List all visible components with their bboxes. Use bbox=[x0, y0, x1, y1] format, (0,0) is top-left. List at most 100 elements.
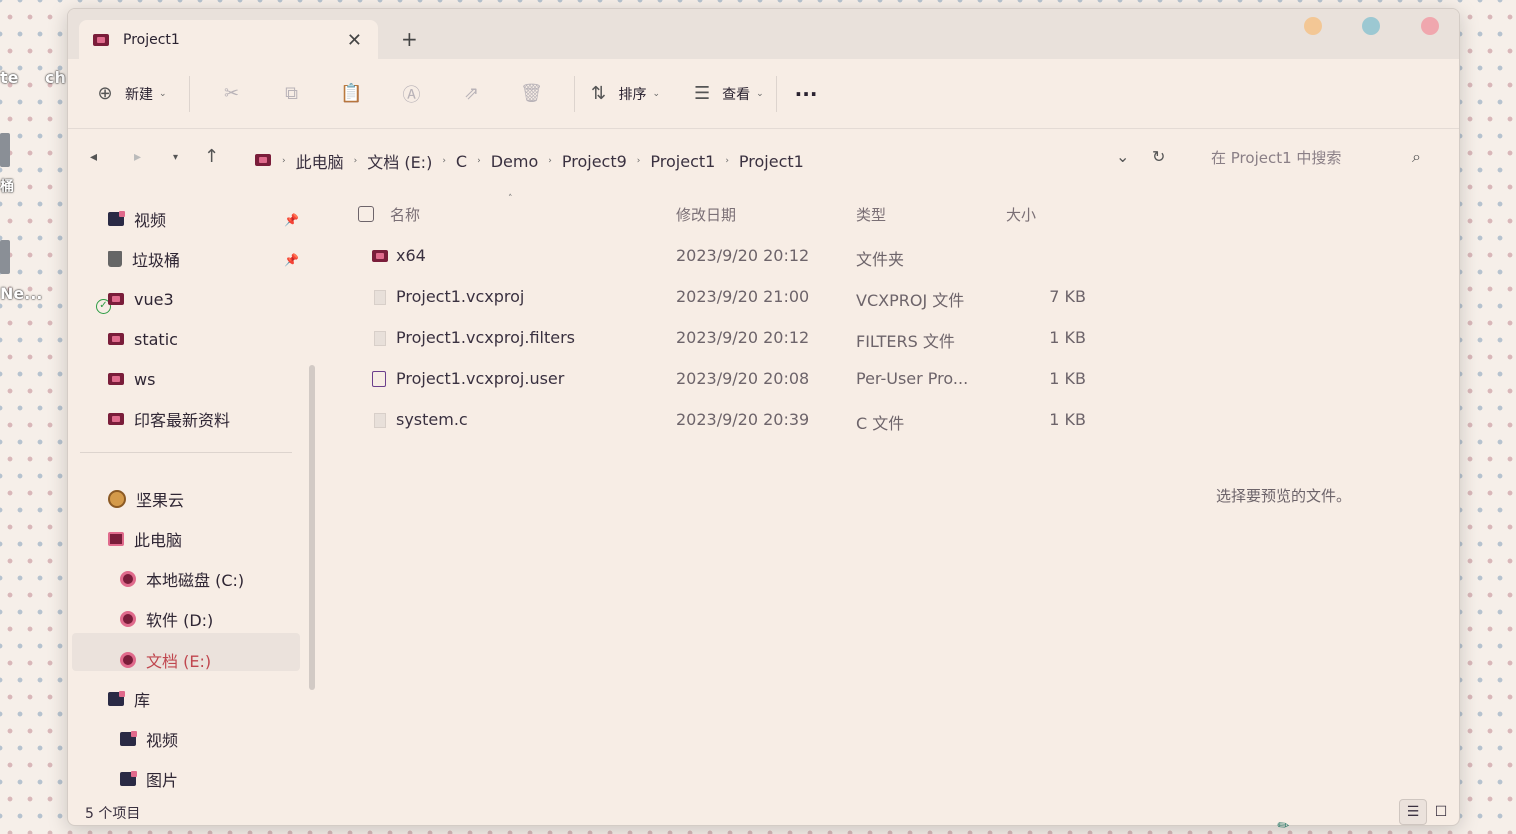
sort-button[interactable]: ⇅ 排序 ⌄ bbox=[587, 83, 661, 104]
sidebar-item-drive-e[interactable]: 文档 (E:) bbox=[120, 642, 211, 678]
cut-icon[interactable]: ✂ bbox=[202, 83, 262, 104]
chevron-down-icon: ⌄ bbox=[756, 88, 764, 99]
paste-icon[interactable]: 📋 bbox=[322, 83, 382, 104]
desktop-label-fragment: Ne... bbox=[0, 284, 43, 303]
file-size: 1 KB bbox=[1049, 369, 1086, 388]
sidebar-item-drive-d[interactable]: 软件 (D:) bbox=[120, 601, 213, 637]
breadcrumb-item[interactable]: 此电脑 bbox=[296, 149, 344, 173]
column-header-size[interactable]: 大小 bbox=[1006, 204, 1036, 225]
sidebar-item-videos[interactable]: 视频 bbox=[108, 201, 166, 237]
large-icons-view-button[interactable]: ☐ bbox=[1427, 799, 1455, 825]
view-button[interactable]: ☰ 查看 ⌄ bbox=[690, 83, 764, 104]
file-name: x64 bbox=[396, 246, 426, 265]
status-bar: 5 个项目 ☰ ☐ bbox=[68, 795, 1459, 825]
rename-icon[interactable]: Ⓐ bbox=[382, 81, 442, 107]
address-history-icon[interactable]: ⌄ bbox=[1116, 147, 1129, 166]
sidebar-item-label: 软件 (D:) bbox=[146, 611, 214, 630]
folder-icon bbox=[108, 373, 124, 385]
chevron-down-icon: ⌄ bbox=[652, 88, 661, 99]
desktop-icon-fragment[interactable] bbox=[0, 240, 10, 274]
new-tab-button[interactable]: + bbox=[401, 27, 418, 51]
desktop-icon-fragment[interactable] bbox=[0, 133, 10, 167]
breadcrumb-item[interactable]: Project1 bbox=[650, 152, 715, 171]
file-size: 7 KB bbox=[1049, 287, 1086, 306]
folder-icon bbox=[108, 333, 124, 345]
search-input[interactable]: 在 Project1 中搜索 bbox=[1211, 147, 1441, 168]
column-header-date[interactable]: 修改日期 bbox=[676, 204, 736, 225]
search-icon[interactable]: ⌕ bbox=[1412, 147, 1421, 167]
close-tab-icon[interactable]: ✕ bbox=[347, 30, 362, 51]
breadcrumb: › 此电脑 › 文档 (E:) › C › Demo › Project9 › … bbox=[282, 149, 804, 173]
breadcrumb-separator-icon[interactable]: › bbox=[548, 156, 552, 166]
tab-project1[interactable]: Project1 ✕ bbox=[79, 20, 378, 60]
breadcrumb-item[interactable]: 文档 (E:) bbox=[367, 149, 432, 173]
breadcrumb-item[interactable]: Project9 bbox=[562, 152, 627, 171]
breadcrumb-item-current[interactable]: Project1 bbox=[739, 152, 804, 171]
sidebar-item-library-pictures[interactable]: 图片 bbox=[120, 761, 178, 797]
sidebar-item-label: 图片 bbox=[146, 771, 179, 790]
sidebar-item-nutstore[interactable]: 坚果云 bbox=[108, 481, 184, 517]
refresh-icon[interactable]: ↻ bbox=[1152, 147, 1165, 166]
file-icon bbox=[374, 290, 386, 305]
sidebar-item-library[interactable]: 库 bbox=[108, 681, 150, 717]
forward-arrow-icon[interactable]: ▸ bbox=[134, 149, 141, 165]
sidebar-item-vue3[interactable]: vue3 bbox=[108, 281, 174, 317]
breadcrumb-separator-icon[interactable]: › bbox=[282, 156, 286, 166]
maximize-button[interactable] bbox=[1362, 17, 1380, 35]
sidebar-item-static[interactable]: static bbox=[108, 321, 178, 357]
video-library-icon bbox=[120, 731, 137, 746]
breadcrumb-separator-icon[interactable]: › bbox=[442, 156, 446, 166]
file-row[interactable]: Project1.vcxproj.filters 2023/9/20 20:12… bbox=[353, 319, 1133, 357]
sidebar-item-trash[interactable]: 垃圾桶 bbox=[108, 241, 180, 277]
view-label: 查看 bbox=[722, 86, 751, 103]
breadcrumb-item[interactable]: C bbox=[456, 152, 467, 171]
file-date: 2023/9/20 21:00 bbox=[676, 287, 810, 306]
pin-icon[interactable]: 📌 bbox=[284, 213, 299, 227]
file-row[interactable]: Project1.vcxproj 2023/9/20 21:00 VCXPROJ… bbox=[353, 278, 1133, 316]
column-header-row: ˄ 名称 修改日期 类型 大小 bbox=[353, 194, 1133, 226]
share-icon[interactable]: ⇗ bbox=[442, 83, 502, 104]
breadcrumb-item[interactable]: Demo bbox=[491, 152, 539, 171]
folder-icon bbox=[255, 154, 271, 166]
breadcrumb-separator-icon[interactable]: › bbox=[477, 156, 481, 166]
recent-dropdown-icon[interactable]: ▾ bbox=[173, 152, 178, 163]
sidebar-scrollbar[interactable] bbox=[309, 365, 315, 690]
file-name: Project1.vcxproj bbox=[396, 287, 525, 306]
sidebar-item-drive-c[interactable]: 本地磁盘 (C:) bbox=[120, 561, 244, 597]
user-project-icon bbox=[372, 371, 386, 387]
sidebar-item-this-pc[interactable]: 此电脑 bbox=[108, 521, 182, 557]
up-arrow-icon[interactable]: ↑ bbox=[204, 146, 219, 167]
sidebar-item-library-videos[interactable]: 视频 bbox=[120, 721, 178, 757]
file-explorer-window: Project1 ✕ + ⊕ 新建 ⌄ ✂ ⧉ 📋 Ⓐ ⇗ 🗑 ⇅ 排序 ⌄ ☰… bbox=[67, 8, 1460, 826]
sidebar-item-yinke[interactable]: 印客最新资料 bbox=[108, 401, 230, 437]
sidebar-item-label: 垃圾桶 bbox=[132, 251, 181, 270]
minimize-button[interactable] bbox=[1304, 17, 1322, 35]
back-arrow-icon[interactable]: ◂ bbox=[90, 149, 97, 165]
file-type: 文件夹 bbox=[856, 250, 905, 269]
column-header-name[interactable]: 名称 bbox=[390, 204, 420, 225]
more-options-button[interactable]: ··· bbox=[795, 82, 818, 106]
file-type: FILTERS 文件 bbox=[856, 332, 955, 351]
file-row[interactable]: Project1.vcxproj.user 2023/9/20 20:08 Pe… bbox=[353, 360, 1133, 398]
file-row[interactable]: system.c 2023/9/20 20:39 C 文件 1 KB bbox=[353, 401, 1133, 439]
details-view-button[interactable]: ☰ bbox=[1399, 799, 1427, 825]
sidebar-item-label: 本地磁盘 (C:) bbox=[146, 571, 245, 590]
file-date: 2023/9/20 20:39 bbox=[676, 410, 810, 429]
picture-library-icon bbox=[120, 771, 137, 786]
file-row[interactable]: x64 2023/9/20 20:12 文件夹 bbox=[353, 237, 1133, 275]
breadcrumb-separator-icon[interactable]: › bbox=[354, 156, 358, 166]
file-date: 2023/9/20 20:12 bbox=[676, 246, 810, 265]
sidebar-item-ws[interactable]: ws bbox=[108, 361, 155, 397]
close-window-button[interactable] bbox=[1421, 17, 1439, 35]
column-header-type[interactable]: 类型 bbox=[856, 204, 886, 225]
copy-icon[interactable]: ⧉ bbox=[262, 83, 322, 104]
delete-icon[interactable]: 🗑 bbox=[502, 83, 562, 104]
breadcrumb-separator-icon[interactable]: › bbox=[725, 156, 729, 166]
select-all-checkbox[interactable] bbox=[358, 206, 374, 222]
pin-icon[interactable]: 📌 bbox=[284, 253, 299, 267]
file-icon bbox=[374, 331, 386, 346]
drive-icon bbox=[120, 571, 136, 587]
new-button[interactable]: ⊕ 新建 ⌄ bbox=[93, 83, 166, 104]
view-list-icon: ☰ bbox=[694, 83, 711, 104]
breadcrumb-separator-icon[interactable]: › bbox=[637, 156, 641, 166]
